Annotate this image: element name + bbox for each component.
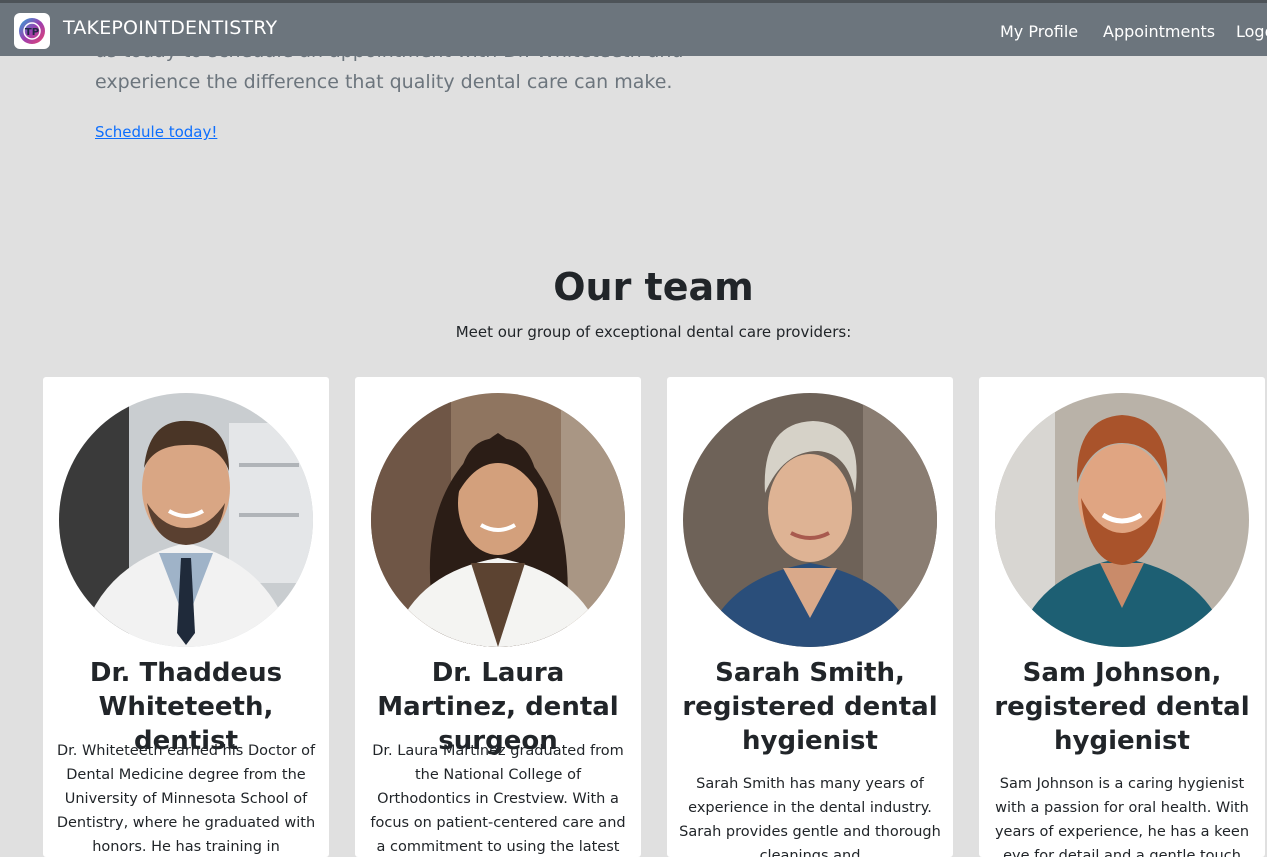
- team-member-photo: [995, 393, 1249, 647]
- svg-text:TP: TP: [25, 27, 39, 38]
- team-member-name: Sarah Smith, registered dental hygienist: [682, 658, 938, 756]
- team-member-photo: [371, 393, 625, 647]
- team-section-subtitle: Meet our group of exceptional dental car…: [455, 323, 852, 341]
- team-member-bio: Dr. Laura Martinez graduated from the Na…: [370, 743, 626, 855]
- nav-logout-link[interactable]: Logo: [1236, 22, 1267, 41]
- team-member-card: Dr. Thaddeus Whiteteeth, dentist Dr. Whi…: [43, 377, 329, 857]
- team-member-bio: Sarah Smith has many years of experience…: [679, 776, 941, 857]
- team-section-title: Our team: [553, 265, 754, 309]
- team-member-bio: Dr. Whiteteeth earned his Doctor of Dent…: [56, 743, 316, 855]
- brand-logo-icon[interactable]: TP: [14, 13, 50, 49]
- team-member-card: Dr. Laura Martinez, dental surgeon Dr. L…: [355, 377, 641, 857]
- team-member-card: Sam Johnson, registered dental hygienist…: [979, 377, 1265, 857]
- team-member-name: Sam Johnson, registered dental hygienist: [994, 658, 1250, 756]
- schedule-today-link[interactable]: Schedule today!: [95, 123, 217, 141]
- nav-my-profile-link[interactable]: My Profile: [1000, 22, 1078, 41]
- team-member-photo: [59, 393, 313, 647]
- team-member-photo: [683, 393, 937, 647]
- team-member-bio: Sam Johnson is a caring hygienist with a…: [994, 776, 1250, 857]
- brand-name[interactable]: TAKEPOINTDENTISTRY: [63, 17, 277, 39]
- hero-text-line: experience the difference that quality d…: [95, 71, 673, 93]
- team-member-card: Sarah Smith, registered dental hygienist…: [667, 377, 953, 857]
- nav-appointments-link[interactable]: Appointments: [1103, 22, 1215, 41]
- top-navbar: TP TAKEPOINTDENTISTRY My Profile Appoint…: [0, 0, 1267, 56]
